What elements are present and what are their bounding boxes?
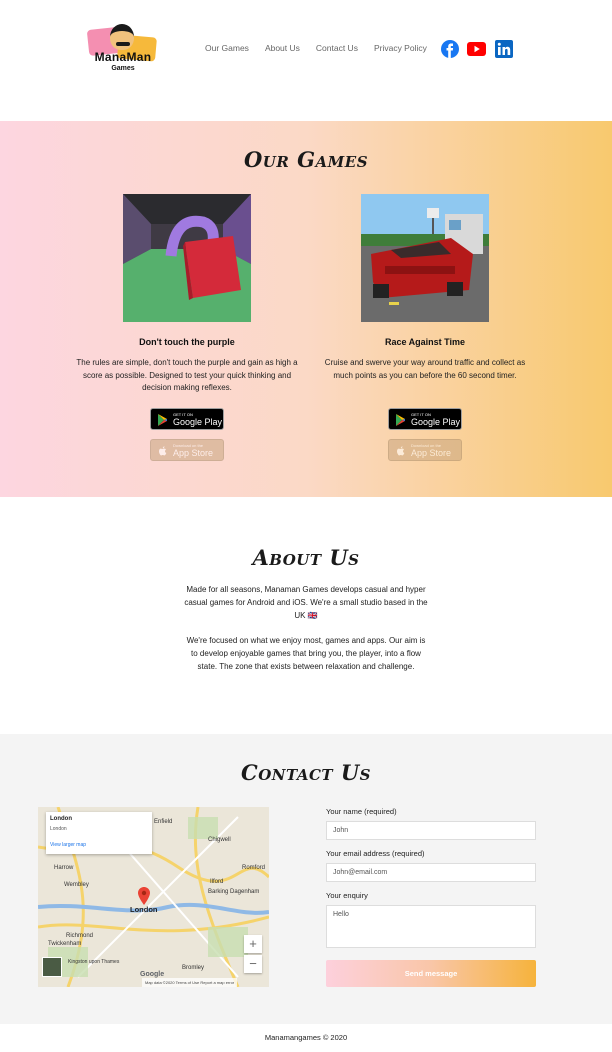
game-description: Cruise and swerve your way around traffi…	[324, 358, 526, 380]
enquiry-textarea[interactable]: Hello	[326, 905, 536, 948]
map-label: Twickenham	[48, 941, 82, 947]
site-header: ManaMan Games Our Games About Us Contact…	[0, 0, 612, 121]
nav-contact-us[interactable]: Contact Us	[316, 43, 358, 53]
facebook-icon[interactable]	[440, 39, 459, 58]
google-play-badge[interactable]: GET IT ON Google Play	[388, 408, 462, 430]
game-card: Race Against Time Cruise and swerve your…	[310, 194, 540, 461]
zoom-out-button[interactable]: −	[244, 955, 262, 973]
app-store-badge[interactable]: Download on the App Store	[388, 439, 462, 461]
contact-us-title: Contact Us	[240, 760, 372, 785]
our-games-section: Our Games Don't touch the purple The rul…	[0, 121, 612, 497]
about-paragraph-2: We're focused on what we enjoy most, gam…	[186, 636, 426, 671]
about-us-title: About Us	[252, 545, 360, 570]
game-thumbnail-purple[interactable]	[123, 194, 251, 322]
google-logo: Google	[140, 971, 165, 978]
google-play-icon	[158, 414, 167, 426]
badge-big-text: Google Play	[411, 417, 461, 427]
map-label: Barking	[208, 889, 229, 895]
name-label: Your name (required)	[326, 807, 397, 816]
map-label: Chigwell	[208, 837, 231, 843]
contact-us-section: Contact Us London London View larger map…	[0, 734, 612, 1024]
map-info-subtitle: London	[50, 826, 67, 832]
game-card: Don't touch the purple The rules are sim…	[72, 194, 302, 461]
google-map[interactable]: London London View larger map Enfield Ch…	[38, 807, 269, 987]
map-city-label: London	[130, 905, 158, 914]
nav-privacy-policy[interactable]: Privacy Policy	[374, 43, 427, 53]
map-info-title: London	[50, 816, 72, 822]
logo-moustache	[116, 42, 130, 46]
badge-big-text: Google Play	[173, 417, 223, 427]
map-label: Enfield	[154, 819, 173, 825]
game-title: Race Against Time	[384, 337, 466, 347]
email-label: Your email address (required)	[326, 849, 425, 858]
zoom-in-button[interactable]: +	[244, 935, 262, 953]
google-play-icon	[396, 414, 405, 426]
google-play-badge[interactable]: GET IT ON Google Play	[150, 408, 224, 430]
nav-our-games[interactable]: Our Games	[205, 43, 249, 53]
game-thumbnail-race[interactable]	[361, 194, 489, 322]
map-label: Ilford	[210, 879, 224, 885]
our-games-title: Our Games	[243, 147, 369, 172]
site-footer: Manamangames © 2020	[0, 1024, 612, 1052]
apple-icon	[397, 446, 405, 456]
social-links	[440, 39, 513, 58]
map-info-box: London London View larger map	[46, 812, 152, 854]
about-us-section: About Us Made for all seasons, Manaman G…	[0, 497, 612, 734]
map-label: Kingston upon Thames	[68, 959, 120, 965]
send-message-button[interactable]: Send message	[326, 960, 536, 987]
map-footer[interactable]: Map data ©2020 Terms of Use Report a map…	[142, 978, 238, 987]
badge-big-text: App Store	[411, 448, 452, 458]
map-label: Wembley	[64, 882, 89, 888]
game-title: Don't touch the purple	[139, 337, 235, 347]
map-label: Richmond	[66, 933, 94, 939]
map-pin-icon[interactable]	[138, 887, 150, 905]
map-label: Bromley	[182, 965, 205, 971]
nav-about-us[interactable]: About Us	[265, 43, 300, 53]
view-larger-map-link[interactable]: View larger map	[50, 842, 86, 848]
linkedin-icon[interactable]	[494, 39, 513, 58]
map-label: Romford	[242, 865, 266, 871]
main-nav: Our Games About Us Contact Us Privacy Po…	[205, 43, 443, 53]
badge-big-text: App Store	[173, 448, 214, 458]
contact-form: Your name (required) John Your email add…	[326, 807, 536, 948]
manaman-logo[interactable]: ManaMan Games	[86, 22, 158, 76]
logo-brand-text: ManaMan	[94, 50, 152, 64]
satellite-toggle[interactable]	[42, 957, 62, 977]
apple-icon	[159, 446, 167, 456]
map-label: Harrow	[54, 865, 74, 871]
logo-face	[110, 24, 134, 50]
name-field[interactable]: John	[326, 821, 536, 840]
youtube-icon[interactable]	[467, 39, 486, 58]
email-field[interactable]: John@email.com	[326, 863, 536, 882]
logo-sub-text: Games	[111, 65, 135, 72]
enquiry-label: Your enquiry	[326, 891, 368, 900]
map-label: Dagenham	[230, 889, 260, 895]
about-paragraph-1: Made for all seasons, Manaman Games deve…	[184, 585, 428, 620]
app-store-badge[interactable]: Download on the App Store	[150, 439, 224, 461]
game-description: The rules are simple, don't touch the pu…	[76, 358, 298, 392]
